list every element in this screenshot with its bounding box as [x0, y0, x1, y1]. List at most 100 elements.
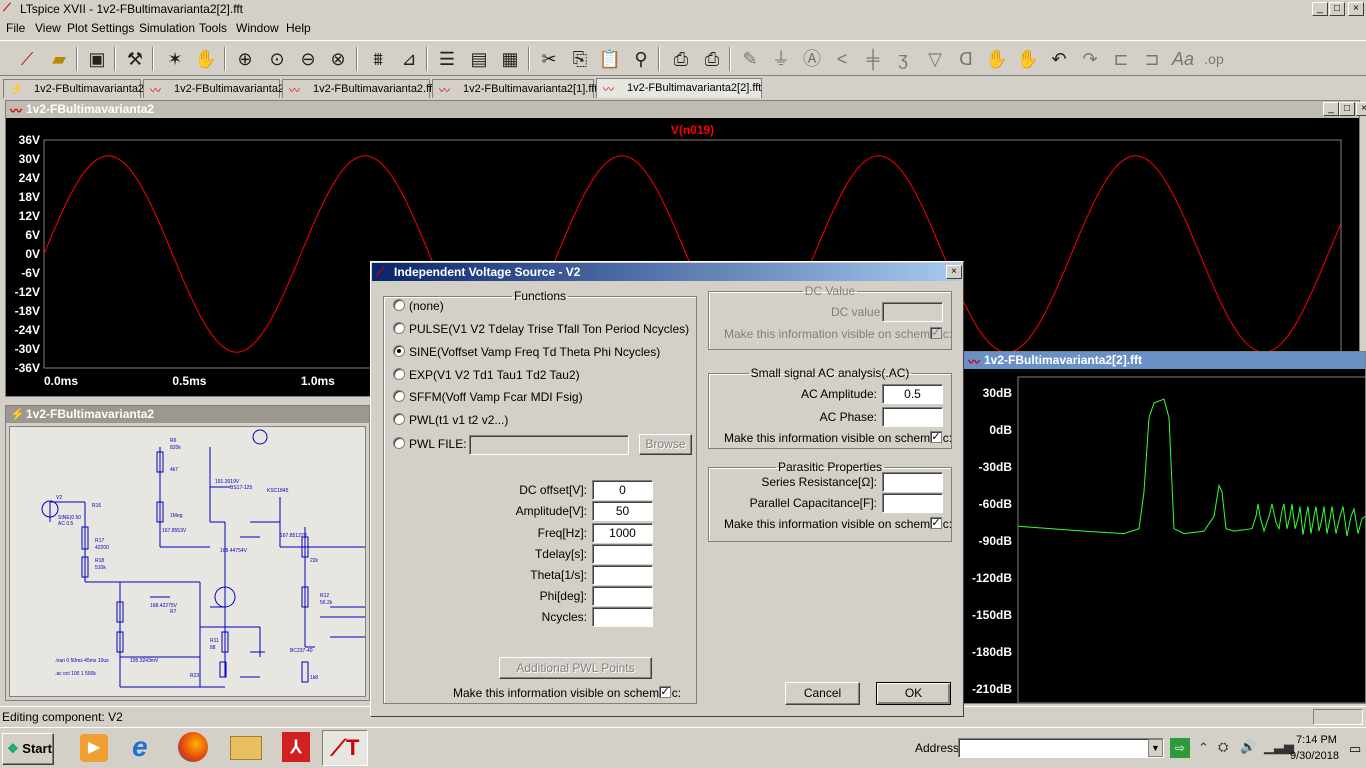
menu-window[interactable]: Window: [236, 21, 279, 35]
address-input[interactable]: [958, 738, 1164, 758]
text-icon[interactable]: Aa: [1170, 46, 1196, 72]
zoom-fit-icon[interactable]: ⊗: [325, 46, 351, 72]
chevron-up-icon[interactable]: ⌃: [1198, 740, 1209, 756]
ac-amplitude-input[interactable]: 0.5: [882, 384, 943, 404]
parallel-capacitance-input[interactable]: [882, 493, 943, 513]
ltspice-taskbar-icon[interactable]: ⟋T: [322, 730, 368, 766]
tab-fft[interactable]: 〰 1v2-FBultimavarianta2.fft: [282, 79, 435, 98]
notification-icon[interactable]: ▭: [1349, 741, 1361, 757]
freq-input[interactable]: 1000: [592, 523, 653, 543]
halt-icon[interactable]: ✋: [193, 46, 219, 72]
maximize-button[interactable]: □: [1329, 2, 1345, 16]
dc-offset-input[interactable]: 0: [592, 480, 653, 500]
menu-file[interactable]: File: [6, 21, 25, 35]
parasitic-visible-checkbox[interactable]: ✓: [930, 517, 942, 529]
plot-minimize-button[interactable]: _: [1323, 102, 1339, 116]
browse-button[interactable]: Browse: [639, 434, 692, 455]
network-tray-icon[interactable]: ⛭: [1218, 739, 1228, 755]
dialog-close-button[interactable]: ×: [946, 265, 962, 279]
cursor-icon[interactable]: ⊿: [396, 46, 422, 72]
address-dropdown-icon[interactable]: ▼: [1148, 739, 1163, 757]
tab-fft-2[interactable]: 〰 1v2-FBultimavarianta2[2].fft: [596, 78, 762, 98]
undo-icon[interactable]: ↶: [1046, 46, 1072, 72]
paste-icon[interactable]: 📋: [597, 46, 623, 72]
menu-simulation[interactable]: Simulation: [139, 21, 195, 35]
plot-close-button[interactable]: ×: [1356, 102, 1366, 116]
firefox-icon[interactable]: [178, 732, 208, 762]
acrobat-icon[interactable]: ⅄: [282, 732, 310, 762]
series-resistance-input[interactable]: [882, 472, 943, 492]
minimize-button[interactable]: _: [1312, 2, 1328, 16]
autorange-icon[interactable]: ⩩: [365, 46, 391, 72]
cut-icon[interactable]: ✂: [536, 46, 562, 72]
rotate-icon[interactable]: ⊏: [1108, 46, 1134, 72]
dc-value-input[interactable]: [882, 302, 943, 322]
mirror-icon[interactable]: ⊐: [1139, 46, 1165, 72]
ac-visible-checkbox[interactable]: ✓: [930, 431, 942, 443]
tile-horizontal-icon[interactable]: ☰: [434, 46, 460, 72]
ac-phase-input[interactable]: [882, 407, 943, 427]
tab-schematic-2[interactable]: 〰 1v2-FBultimavarianta2: [143, 79, 284, 98]
resistor-icon[interactable]: <: [829, 46, 855, 72]
radio-pwl-file[interactable]: [393, 437, 405, 449]
radio-pwl[interactable]: [393, 413, 405, 425]
capacitor-icon[interactable]: ╪: [860, 46, 886, 72]
ok-button[interactable]: OK: [876, 682, 951, 705]
pwl-file-input[interactable]: [469, 435, 629, 455]
additional-pwl-button[interactable]: Additional PWL Points: [499, 657, 652, 679]
phi-input[interactable]: [592, 586, 653, 606]
cascade-icon[interactable]: ▦: [497, 46, 523, 72]
file-explorer-icon[interactable]: [230, 736, 262, 760]
component-icon[interactable]: ᗡ: [953, 46, 979, 72]
dc-visible-checkbox[interactable]: ✓: [930, 327, 942, 339]
internet-explorer-icon[interactable]: e: [132, 732, 162, 762]
radio-sine[interactable]: [393, 345, 405, 357]
close-button[interactable]: ×: [1348, 2, 1364, 16]
radio-none[interactable]: [393, 299, 405, 311]
cancel-button[interactable]: Cancel: [785, 682, 860, 705]
start-button[interactable]: ❖ Start: [2, 733, 54, 765]
zoom-pan-icon[interactable]: ⊙: [264, 46, 290, 72]
diode-icon[interactable]: ▽: [922, 46, 948, 72]
volume-icon[interactable]: 🔊: [1240, 739, 1256, 755]
redo-icon[interactable]: ↷: [1077, 46, 1103, 72]
functions-visible-checkbox[interactable]: ✓: [659, 686, 671, 698]
label-icon[interactable]: Ⓐ: [799, 46, 825, 72]
zoom-out-icon[interactable]: ⊖: [295, 46, 321, 72]
copy-icon[interactable]: ⎘: [567, 46, 593, 72]
find-icon[interactable]: ⚲: [628, 46, 654, 72]
plot-restore-button[interactable]: □: [1339, 102, 1355, 116]
amplitude-input[interactable]: 50: [592, 501, 653, 521]
ground-icon[interactable]: ⏚: [768, 46, 794, 72]
drag-icon[interactable]: ✋: [1015, 46, 1041, 72]
theta-input[interactable]: [592, 565, 653, 585]
move-icon[interactable]: ✋: [984, 46, 1010, 72]
tab-fft-1[interactable]: 〰 1v2-FBultimavarianta2[1].fft: [432, 79, 597, 98]
control-panel-icon[interactable]: ⚒: [122, 46, 148, 72]
inductor-icon[interactable]: ʒ: [890, 46, 916, 72]
menu-tools[interactable]: Tools: [199, 21, 227, 35]
print-setup-icon[interactable]: ⎙: [699, 46, 725, 72]
go-icon[interactable]: ⇨: [1170, 738, 1190, 758]
ncycles-input[interactable]: [592, 607, 653, 627]
menu-plot-settings[interactable]: Plot Settings: [67, 21, 134, 35]
schematic-canvas[interactable]: V2 R16 SINE(0 50 AC 0.5 R6 820k 4k7 1Meg 167.8…: [9, 426, 366, 697]
zoom-in-icon[interactable]: ⊕: [232, 46, 258, 72]
fft-plot[interactable]: 30dB 0dB -30dB -60dB -90dB -120dB -150dB -180dB…: [964, 369, 1365, 703]
new-schematic-icon[interactable]: ⟋: [14, 46, 40, 72]
tile-vertical-icon[interactable]: ▤: [466, 46, 492, 72]
spice-directive-icon[interactable]: .op: [1201, 46, 1227, 72]
open-icon[interactable]: ▰: [46, 46, 72, 72]
menu-view[interactable]: View: [35, 21, 61, 35]
media-player-icon[interactable]: ▶: [80, 734, 108, 762]
wire-icon[interactable]: ✎: [737, 46, 763, 72]
tdelay-input[interactable]: [592, 544, 653, 564]
radio-pulse[interactable]: [393, 322, 405, 334]
menu-help[interactable]: Help: [286, 21, 311, 35]
print-icon[interactable]: ⎙: [668, 46, 694, 72]
run-icon[interactable]: ✶: [162, 46, 188, 72]
radio-exp[interactable]: [393, 368, 405, 380]
save-icon[interactable]: ▣: [84, 46, 110, 72]
radio-sffm[interactable]: [393, 390, 405, 402]
tab-schematic-1[interactable]: ⚡ 1v2-FBultimavarianta2: [3, 79, 144, 98]
